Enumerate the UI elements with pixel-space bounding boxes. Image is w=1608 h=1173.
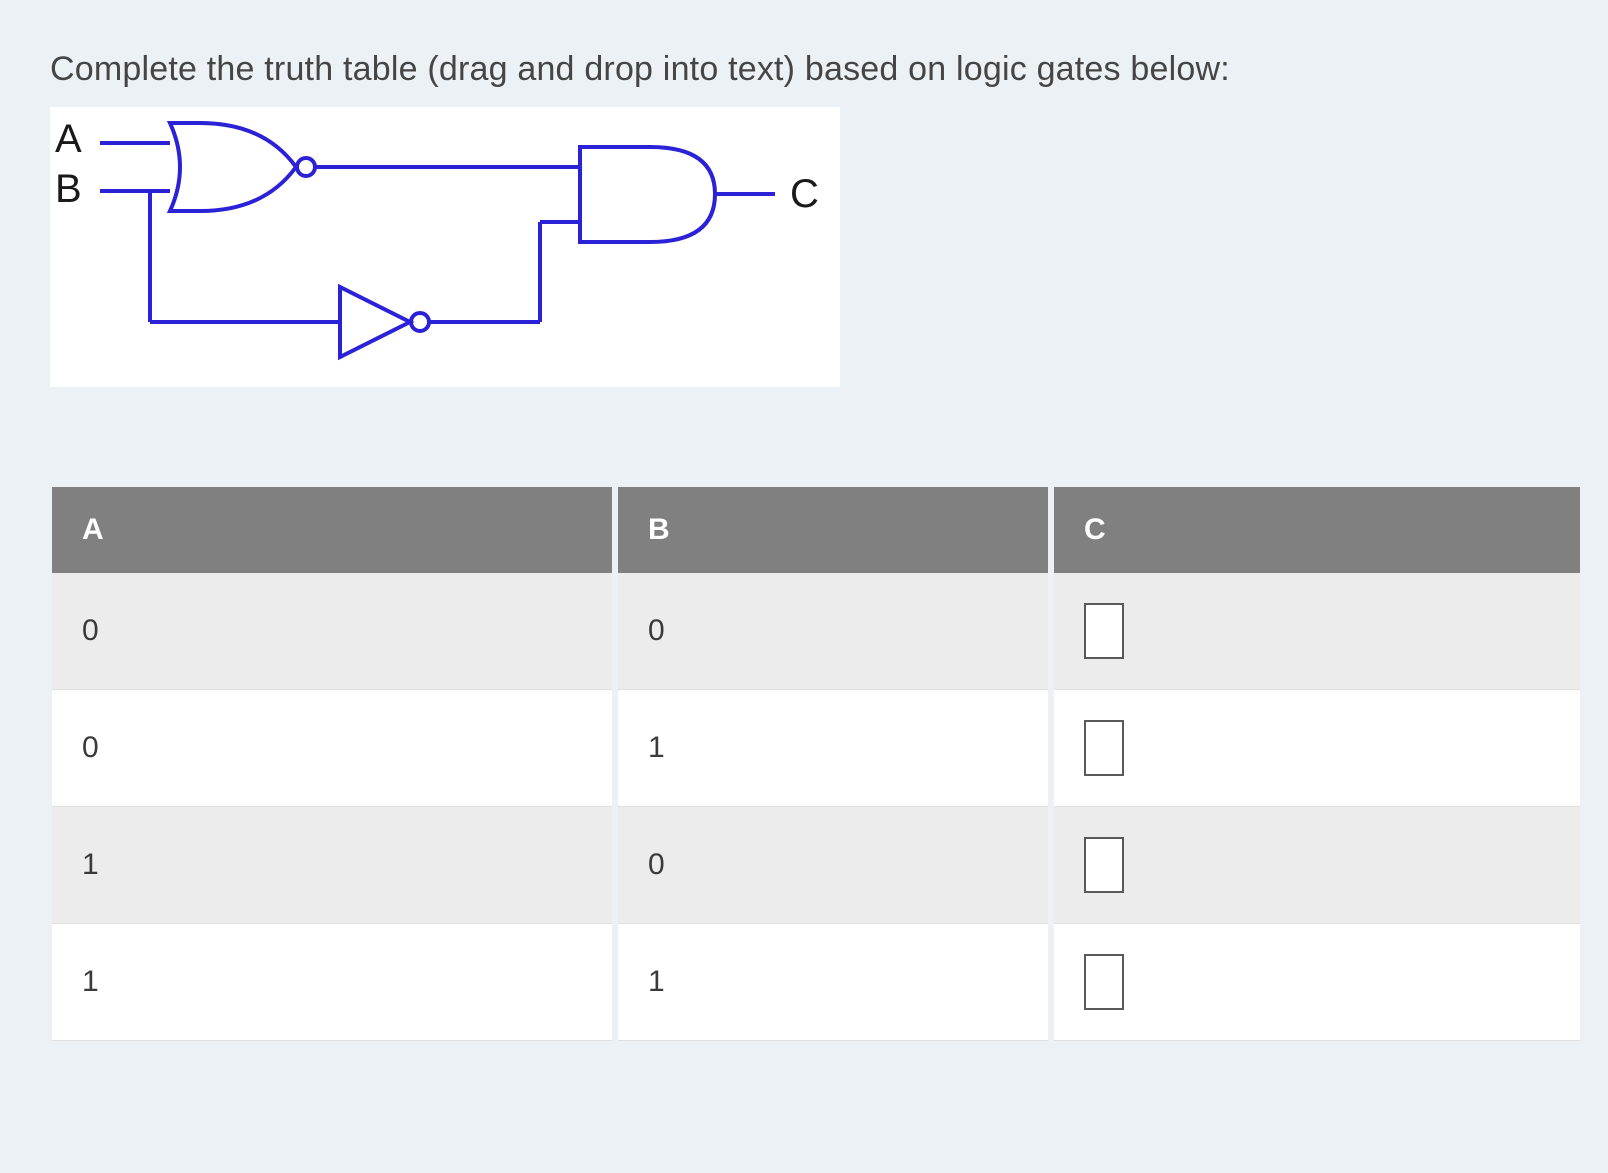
cell-b: 1 xyxy=(618,924,1048,1041)
cell-a: 1 xyxy=(52,807,612,924)
cell-a: 0 xyxy=(52,690,612,807)
cell-a: 1 xyxy=(52,924,612,1041)
drop-target[interactable] xyxy=(1084,837,1124,893)
table-row: 0 0 xyxy=(52,573,1580,690)
cell-a: 0 xyxy=(52,573,612,690)
cell-c xyxy=(1054,924,1580,1041)
question-prompt: Complete the truth table (drag and drop … xyxy=(50,50,1558,89)
input-label-a: A xyxy=(55,117,82,161)
drop-target[interactable] xyxy=(1084,720,1124,776)
logic-gate-diagram: A B C xyxy=(50,107,840,387)
drop-target[interactable] xyxy=(1084,603,1124,659)
output-label-c: C xyxy=(790,172,819,216)
truth-table: A B C 0 0 0 1 1 0 1 1 xyxy=(46,487,1586,1041)
input-label-b: B xyxy=(55,167,82,211)
header-c: C xyxy=(1054,487,1580,573)
table-row: 0 1 xyxy=(52,690,1580,807)
table-row: 1 1 xyxy=(52,924,1580,1041)
table-header-row: A B C xyxy=(52,487,1580,573)
table-row: 1 0 xyxy=(52,807,1580,924)
cell-c xyxy=(1054,807,1580,924)
cell-b: 0 xyxy=(618,807,1048,924)
cell-b: 1 xyxy=(618,690,1048,807)
cell-b: 0 xyxy=(618,573,1048,690)
header-b: B xyxy=(618,487,1048,573)
cell-c xyxy=(1054,573,1580,690)
cell-c xyxy=(1054,690,1580,807)
header-a: A xyxy=(52,487,612,573)
drop-target[interactable] xyxy=(1084,954,1124,1010)
